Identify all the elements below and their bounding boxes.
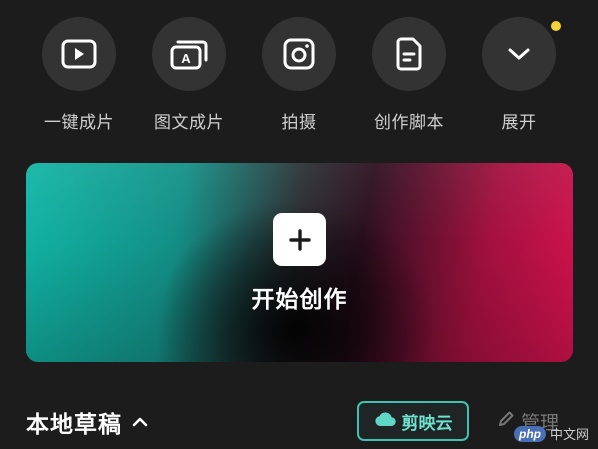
quick-action-label: 展开 — [501, 113, 537, 133]
play-box-icon — [42, 17, 116, 91]
quick-actions-row: 一键成片 A 图文成片 拍摄 创作脚本 展开 — [0, 17, 598, 133]
quick-action-label: 图文成片 — [154, 113, 224, 133]
script-document-icon — [372, 17, 446, 91]
quick-action-text-to-video[interactable]: A 图文成片 — [139, 17, 239, 133]
local-drafts-toggle[interactable]: 本地草稿 — [26, 405, 148, 439]
quick-action-label: 拍摄 — [281, 113, 317, 133]
quick-action-one-click-video[interactable]: 一键成片 — [29, 17, 129, 133]
quick-action-label: 创作脚本 — [374, 113, 444, 133]
app-screen: 一键成片 A 图文成片 拍摄 创作脚本 展开 开始创作 本地草稿 剪映云 管理 … — [0, 0, 598, 449]
plus-icon — [273, 213, 326, 266]
manage-label: 管理 — [521, 412, 560, 434]
camera-icon — [262, 17, 336, 91]
start-creating-label: 开始创作 — [251, 287, 348, 313]
manage-button[interactable]: 管理 — [497, 408, 559, 435]
jianying-cloud-label: 剪映云 — [401, 413, 453, 434]
svg-text:A: A — [181, 51, 191, 66]
cloud-icon — [374, 411, 396, 432]
text-image-stack-icon: A — [152, 17, 226, 91]
chevron-down-icon — [482, 17, 556, 91]
jianying-cloud-button[interactable]: 剪映云 — [357, 401, 469, 441]
start-creating-button[interactable]: 开始创作 — [26, 163, 573, 362]
chevron-up-icon — [132, 416, 148, 428]
quick-action-expand[interactable]: 展开 — [469, 17, 569, 133]
quick-action-label: 一键成片 — [44, 113, 114, 133]
pencil-icon — [497, 410, 515, 433]
quick-action-shoot[interactable]: 拍摄 — [249, 17, 349, 133]
local-drafts-title: 本地草稿 — [26, 412, 122, 438]
quick-action-creative-script[interactable]: 创作脚本 — [359, 17, 459, 133]
notification-dot — [551, 21, 561, 31]
